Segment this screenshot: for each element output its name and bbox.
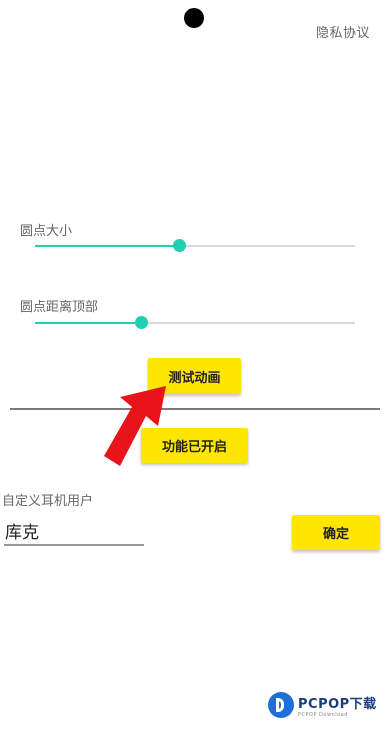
dot-distance-slider-thumb[interactable] — [134, 316, 148, 329]
dot-size-slider-fill — [35, 245, 179, 247]
custom-user-label: 自定义耳机用户 — [2, 494, 94, 509]
front-camera — [184, 8, 204, 28]
site-watermark: PCPOP下载 PCPOP Download — [268, 692, 377, 718]
dot-size-slider[interactable] — [35, 239, 355, 252]
watermark-title: PCPOP下载 — [298, 696, 377, 712]
dot-distance-label: 圆点距离顶部 — [20, 300, 99, 315]
red-arrow-pointer-icon — [104, 386, 166, 466]
dot-distance-slider-fill — [35, 322, 141, 324]
pcpop-logo-icon — [268, 692, 294, 718]
watermark-subtitle: PCPOP Download — [298, 711, 348, 718]
confirm-button[interactable]: 确定 — [292, 515, 380, 550]
dot-distance-slider[interactable] — [35, 316, 355, 329]
dot-size-slider-thumb[interactable] — [173, 239, 186, 252]
divider — [10, 408, 380, 410]
dot-size-label: 圆点大小 — [20, 224, 73, 239]
custom-user-input[interactable] — [4, 516, 144, 546]
privacy-policy-link[interactable]: 隐私协议 — [316, 22, 370, 41]
